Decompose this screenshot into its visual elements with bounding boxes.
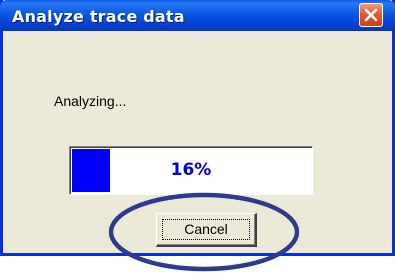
close-button[interactable] — [359, 3, 383, 27]
progress-percent-label: 16% — [170, 160, 212, 180]
window-title: Analyze trace data — [12, 7, 185, 26]
progress-bar: 16% — [69, 146, 313, 195]
status-message: Analyzing... — [54, 93, 127, 109]
cancel-button[interactable]: Cancel — [156, 213, 257, 247]
close-icon — [364, 8, 378, 22]
analyze-dialog: Analyze trace data Analyzing... 16% Canc… — [0, 0, 395, 256]
title-bar[interactable]: Analyze trace data — [0, 0, 395, 31]
cancel-button-label: Cancel — [184, 221, 228, 237]
